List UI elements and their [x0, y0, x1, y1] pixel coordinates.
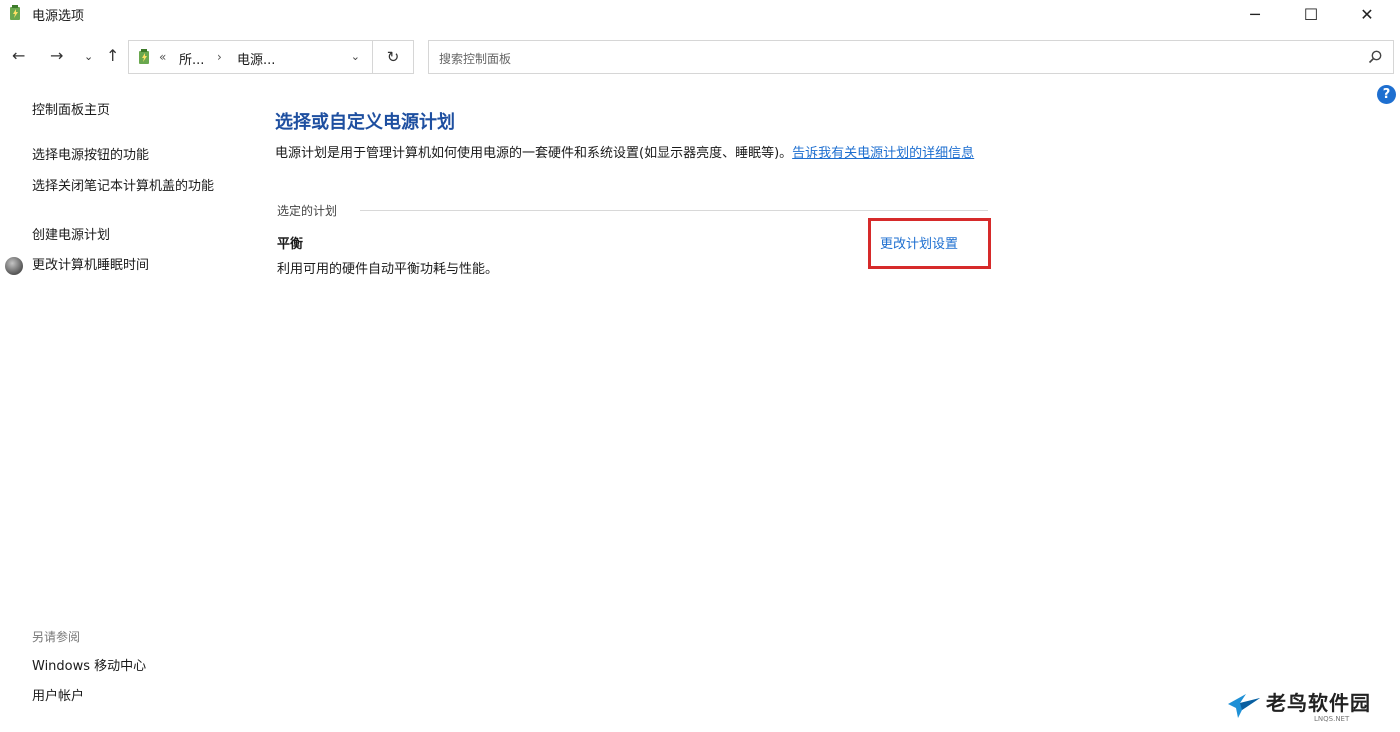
- navigation-bar: ← → ⌄ ↑ « 所... › 电源... ⌄ ↻ 搜索控制面板: [0, 38, 1400, 76]
- sidebar-item-control-panel-home[interactable]: 控制面板主页: [32, 101, 110, 121]
- address-overflow-icon[interactable]: «: [159, 50, 166, 64]
- refresh-icon: ↻: [386, 48, 400, 66]
- chevron-down-icon[interactable]: ⌄: [351, 50, 360, 63]
- search-icon: [1368, 50, 1382, 64]
- window-title: 电源选项: [32, 9, 85, 24]
- breadcrumb-all-items[interactable]: 所...: [179, 49, 204, 68]
- watermark-subtext: LNQS.NET: [1314, 715, 1350, 723]
- minimize-button[interactable]: ─: [1232, 0, 1278, 28]
- bird-logo-icon: [1228, 694, 1260, 718]
- maximize-icon: ☐: [1303, 4, 1319, 24]
- highlight-annotation-box: [868, 218, 991, 269]
- watermark-text: 老鸟软件园: [1266, 691, 1371, 715]
- refresh-button[interactable]: ↻: [372, 40, 414, 74]
- up-button[interactable]: ↑: [106, 46, 119, 65]
- address-bar[interactable]: « 所... › 电源... ⌄: [128, 40, 372, 74]
- search-placeholder: 搜索控制面板: [439, 52, 512, 66]
- page-description: 电源计划是用于管理计算机如何使用电源的一套硬件和系统设置(如显示器亮度、睡眠等)…: [275, 144, 995, 163]
- watermark: 老鸟软件园 LNQS.NET: [1218, 684, 1400, 732]
- description-text: 电源计划是用于管理计算机如何使用电源的一套硬件和系统设置(如显示器亮度、睡眠等)…: [275, 146, 793, 161]
- sidebar-item-mobility-center[interactable]: Windows 移动中心: [32, 657, 146, 677]
- close-icon: ✕: [1360, 4, 1374, 24]
- sidebar-item-lid-close[interactable]: 选择关闭笔记本计算机盖的功能: [32, 177, 237, 197]
- sidebar-item-create-plan[interactable]: 创建电源计划: [32, 226, 110, 246]
- page-title: 选择或自定义电源计划: [275, 112, 455, 133]
- title-bar: 电源选项 ─ ☐ ✕: [0, 0, 1400, 28]
- section-divider: [360, 210, 988, 211]
- plan-name: 平衡: [277, 237, 304, 252]
- search-input[interactable]: 搜索控制面板: [428, 40, 1394, 74]
- sidebar-item-user-accounts[interactable]: 用户帐户: [32, 687, 84, 707]
- selected-plan-heading: 选定的计划: [277, 204, 338, 218]
- sleep-moon-icon: [5, 257, 23, 275]
- see-also-heading: 另请参阅: [32, 630, 81, 644]
- back-button[interactable]: ←: [12, 46, 25, 65]
- plan-description: 利用可用的硬件自动平衡功耗与性能。: [277, 262, 499, 277]
- help-icon[interactable]: ?: [1377, 85, 1396, 104]
- power-options-icon: [139, 49, 149, 64]
- breadcrumb-power-options[interactable]: 电源...: [237, 49, 275, 68]
- chevron-right-icon[interactable]: ›: [217, 50, 222, 64]
- recent-locations-button[interactable]: ⌄: [84, 50, 93, 63]
- forward-button[interactable]: →: [50, 46, 63, 65]
- sidebar-item-power-button[interactable]: 选择电源按钮的功能: [32, 146, 149, 166]
- close-button[interactable]: ✕: [1344, 0, 1390, 28]
- power-options-icon: [10, 5, 20, 20]
- maximize-button[interactable]: ☐: [1288, 0, 1334, 28]
- sidebar-item-sleep-time[interactable]: 更改计算机睡眠时间: [32, 256, 149, 276]
- minimize-icon: ─: [1250, 4, 1260, 24]
- learn-more-link[interactable]: 告诉我有关电源计划的详细信息: [792, 146, 974, 161]
